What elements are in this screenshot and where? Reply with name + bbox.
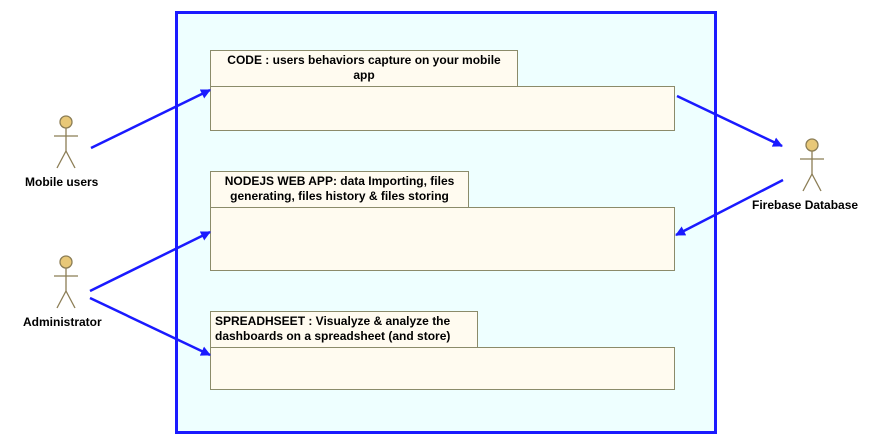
- arrow-administrator-to-nodejs: [89, 230, 211, 293]
- use-case-diagram: CODE : users behaviors capture on your m…: [0, 0, 881, 441]
- arrow-mobile-users-to-code: [90, 88, 211, 150]
- actor-administrator-figure: [54, 255, 78, 309]
- actor-administrator-label: Administrator: [23, 315, 102, 329]
- actor-firebase-figure: [800, 138, 824, 192]
- diagram-graphics: [54, 88, 824, 357]
- arrow-code-to-firebase: [676, 94, 783, 148]
- actor-firebase-label: Firebase Database: [752, 198, 859, 212]
- actor-mobile-users-figure: [54, 115, 78, 169]
- actor-mobile-users-label: Mobile users: [25, 175, 99, 189]
- arrow-administrator-to-spreadsheet: [89, 296, 211, 357]
